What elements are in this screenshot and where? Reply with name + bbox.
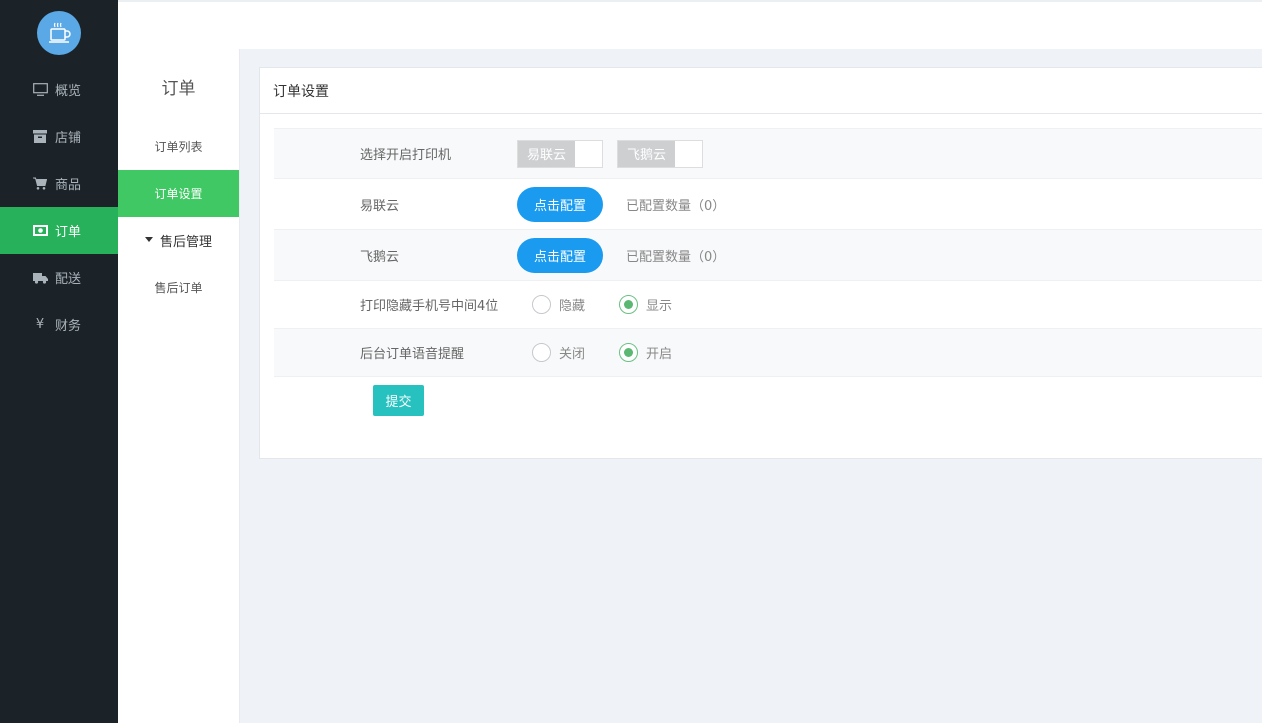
switch-knob	[675, 140, 702, 167]
order-settings-panel: 订单设置 选择开启打印机 易联云 飞鹅云 易联云 点击配置 已配置数量（0） 飞…	[259, 67, 1262, 459]
main-sidebar: 概览 店铺 商品 订单 配送 ¥ 财务	[0, 0, 118, 723]
monitor-icon	[32, 82, 48, 98]
yilianyun-count: 已配置数量（0）	[626, 198, 726, 214]
nav-item-label: 商品	[55, 178, 82, 193]
voice-option-on[interactable]: 开启	[619, 343, 672, 362]
radio-button[interactable]	[532, 295, 551, 314]
radio-label: 开启	[646, 347, 673, 362]
nav-item-label: 配送	[55, 272, 82, 287]
radio-button[interactable]	[532, 343, 551, 362]
nav-item-goods[interactable]: 商品	[0, 160, 118, 207]
feieyun-label: 飞鹅云	[360, 249, 400, 265]
money-icon	[32, 223, 48, 239]
feieyun-count: 已配置数量（0）	[626, 249, 726, 265]
nav-item-label: 店铺	[55, 131, 82, 146]
yilianyun-config-button[interactable]: 点击配置	[517, 186, 603, 222]
switch-label: 飞鹅云	[618, 140, 675, 167]
voice-alert-label: 后台订单语音提醒	[360, 347, 465, 362]
subnav-item-order-settings[interactable]: 订单设置	[118, 170, 239, 217]
logo-area	[0, 0, 118, 66]
yilianyun-switch[interactable]: 易联云	[517, 139, 603, 168]
order-subnav: 订单 订单列表 订单设置 售后管理 售后订单	[118, 49, 240, 723]
panel-title: 订单设置	[260, 68, 1262, 114]
nav-item-delivery[interactable]: 配送	[0, 254, 118, 301]
nav-item-label: 财务	[55, 319, 82, 334]
nav-item-store[interactable]: 店铺	[0, 113, 118, 160]
yilianyun-row: 易联云 点击配置 已配置数量（0）	[274, 179, 1262, 230]
nav-item-orders[interactable]: 订单	[0, 207, 118, 254]
hide-phone-row: 打印隐藏手机号中间4位 隐藏 显示	[274, 281, 1262, 329]
hide-phone-label: 打印隐藏手机号中间4位	[360, 299, 499, 314]
radio-button[interactable]	[619, 295, 639, 314]
switch-label: 易联云	[518, 140, 575, 167]
nav-item-overview[interactable]: 概览	[0, 66, 118, 113]
voice-alert-row: 后台订单语音提醒 关闭 开启	[274, 329, 1262, 377]
subnav-group-label: 售后管理	[159, 235, 212, 250]
feieyun-switch[interactable]: 飞鹅云	[617, 139, 703, 168]
truck-icon	[32, 270, 48, 286]
feieyun-row: 飞鹅云 点击配置 已配置数量（0）	[274, 230, 1262, 281]
radio-button[interactable]	[619, 343, 639, 362]
top-bar	[118, 0, 1262, 49]
hide-phone-option-show[interactable]: 显示	[619, 295, 672, 314]
hide-phone-option-hide[interactable]: 隐藏	[532, 295, 585, 314]
caret-down-icon	[144, 237, 153, 242]
nav-item-label: 概览	[55, 84, 82, 99]
feieyun-config-button[interactable]: 点击配置	[517, 237, 603, 273]
yen-icon: ¥	[35, 317, 45, 332]
cart-icon	[32, 176, 48, 192]
radio-label: 关闭	[559, 347, 586, 362]
switch-knob	[575, 140, 602, 167]
printer-label: 选择开启打印机	[360, 148, 452, 163]
subnav-group-after-sales[interactable]: 售后管理	[118, 217, 239, 264]
submit-button[interactable]: 提交	[373, 385, 424, 416]
yilianyun-label: 易联云	[360, 198, 400, 214]
subnav-title: 订单	[161, 78, 196, 99]
store-icon	[32, 129, 48, 145]
printer-row: 选择开启打印机 易联云 飞鹅云	[274, 128, 1262, 179]
voice-option-off[interactable]: 关闭	[532, 343, 585, 362]
nav-item-label: 订单	[55, 225, 82, 240]
subnav-item-after-sales-orders[interactable]: 售后订单	[118, 264, 239, 311]
radio-label: 隐藏	[559, 299, 586, 314]
subnav-item-order-list[interactable]: 订单列表	[118, 123, 239, 170]
settings-form: 选择开启打印机 易联云 飞鹅云 易联云 点击配置 已配置数量（0） 飞鹅云 点击…	[274, 128, 1262, 416]
coffee-cup-icon[interactable]	[37, 11, 81, 55]
nav-item-finance[interactable]: ¥ 财务	[0, 301, 118, 348]
radio-label: 显示	[646, 299, 673, 314]
